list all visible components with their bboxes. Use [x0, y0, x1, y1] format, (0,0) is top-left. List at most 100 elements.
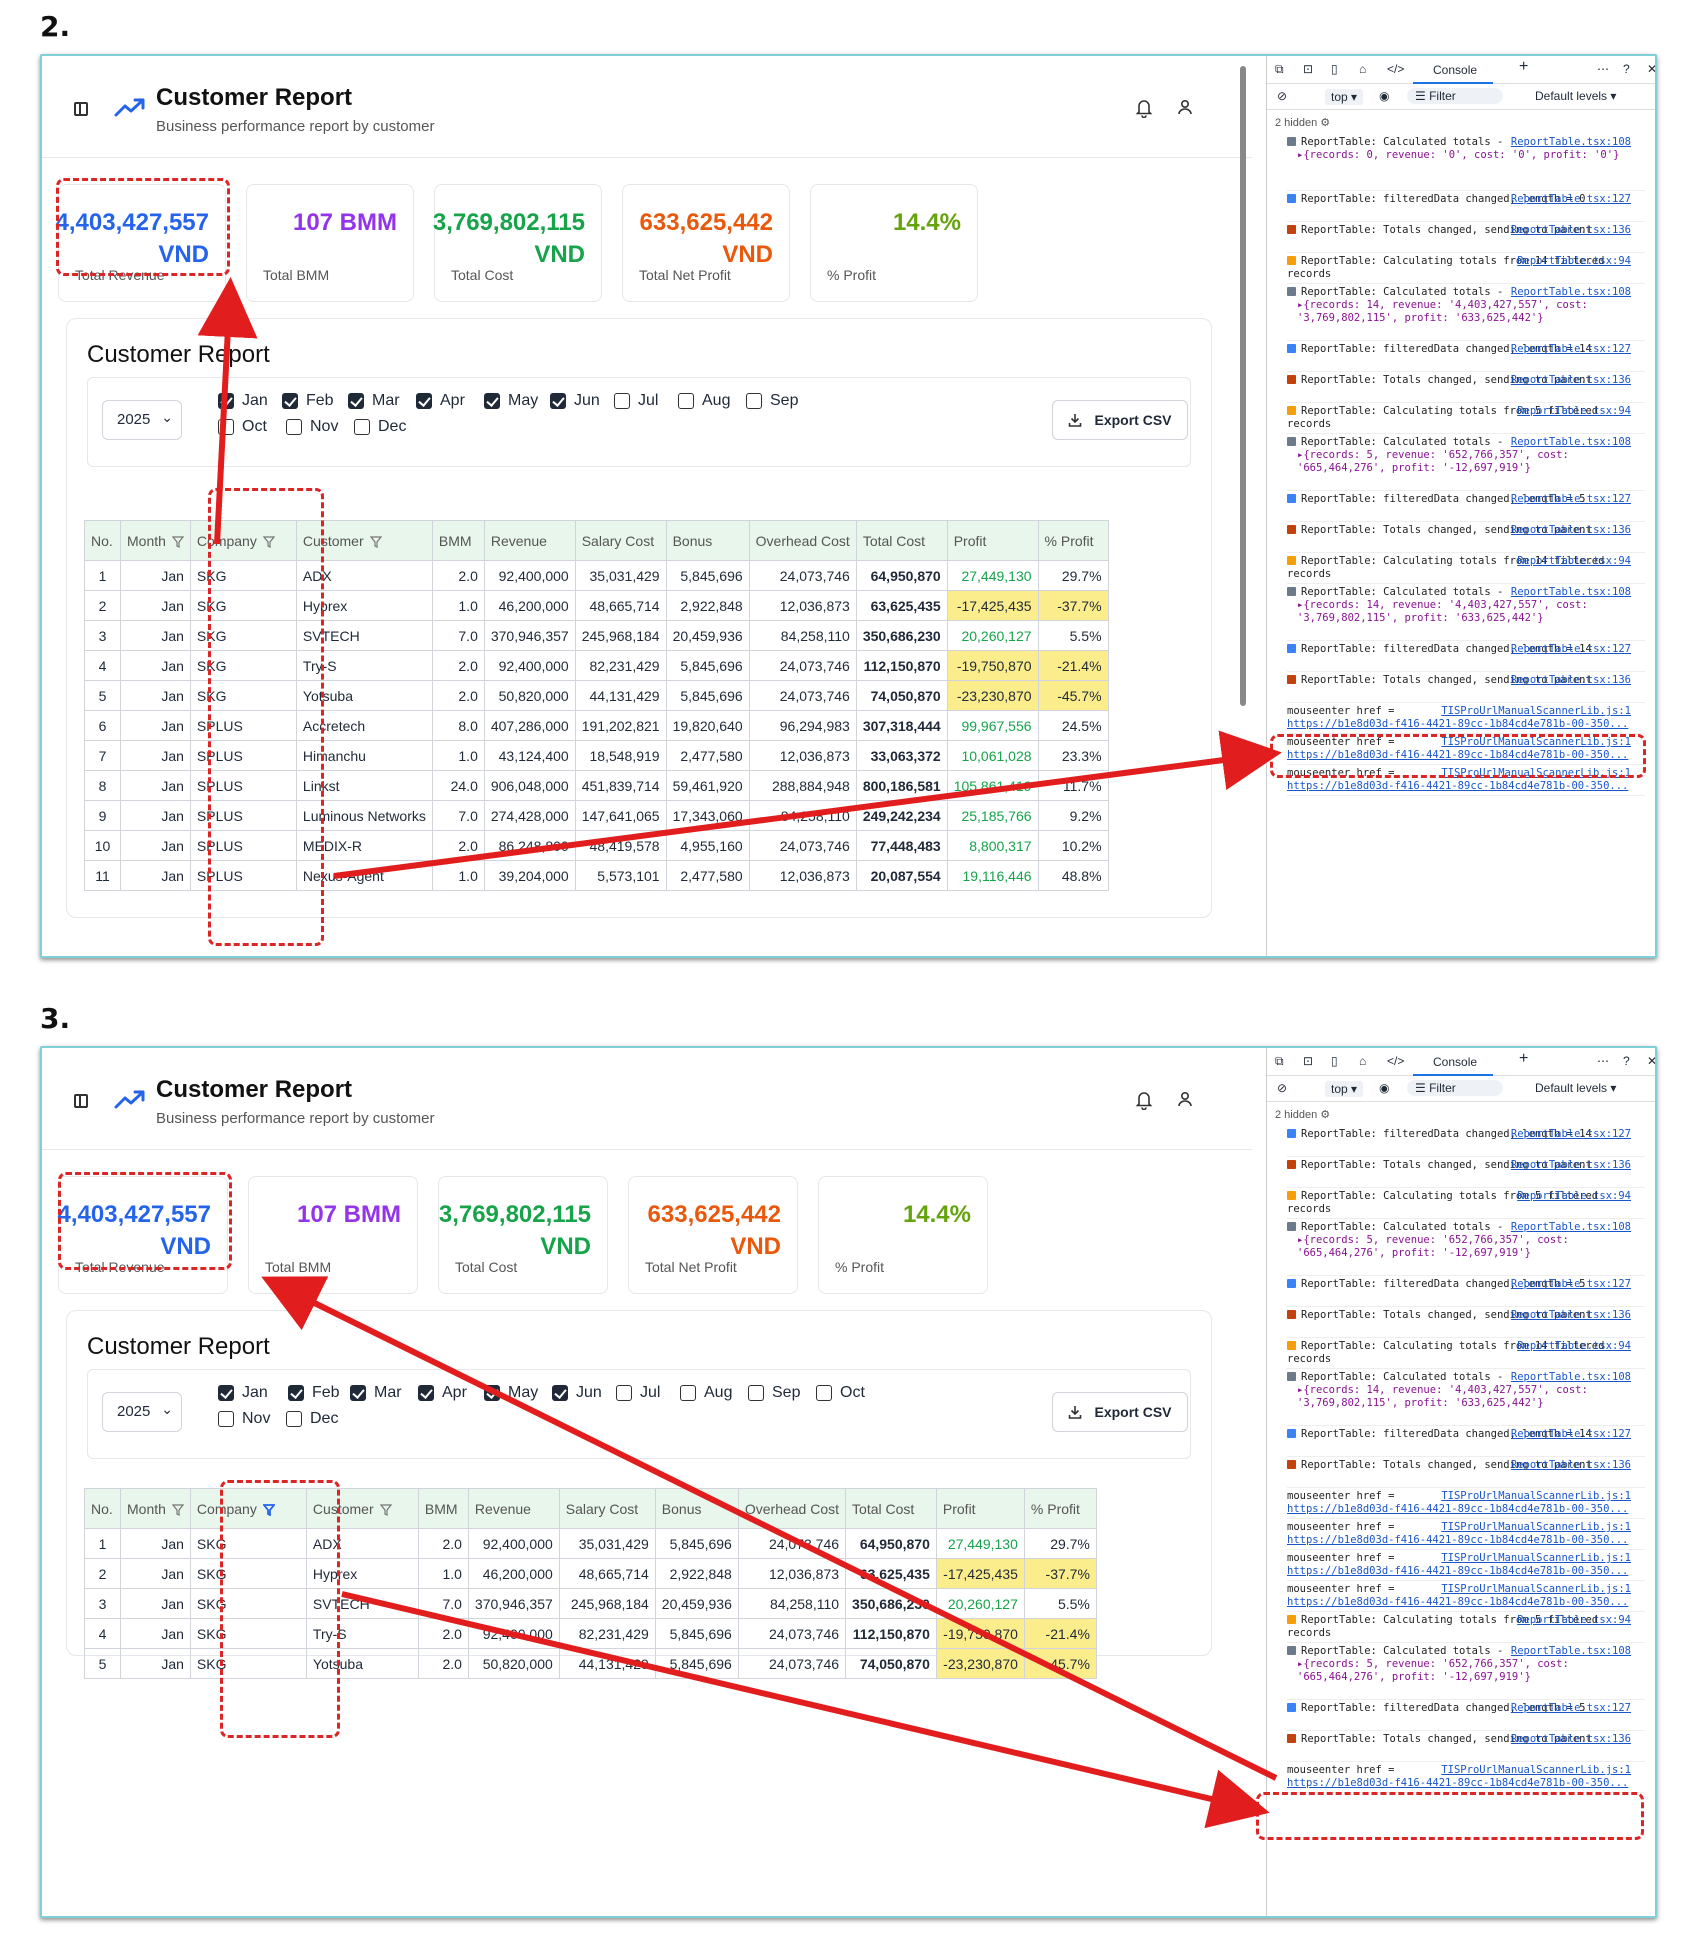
console-log-entry[interactable]: ReportTable: Totals changed, sending to …	[1287, 524, 1645, 553]
month-checkbox-dec[interactable]: Dec	[354, 418, 406, 436]
console-log-entry[interactable]: ReportTable: filteredData changed, lengt…	[1287, 1428, 1645, 1457]
console-log-entry[interactable]: ReportTable: Totals changed, sending to …	[1287, 224, 1645, 253]
checkbox-box[interactable]	[418, 1385, 434, 1401]
log-source-link[interactable]: TISProUrlManualScannerLib.js:1	[1441, 1490, 1631, 1503]
console-log-entry[interactable]: mouseenter href = https://b1e8d03d-f416-4…	[1287, 1764, 1645, 1793]
devtools-tab-icon[interactable]: ⊡	[1303, 62, 1313, 76]
devtools-tab-icon[interactable]: ▯	[1331, 1054, 1338, 1068]
log-source-link[interactable]: ReportTable.tsx:127	[1511, 1702, 1631, 1715]
checkbox-box[interactable]	[678, 393, 694, 409]
log-source-link[interactable]: ReportTable.tsx:94	[1517, 555, 1631, 568]
help-icon[interactable]: ?	[1623, 1054, 1630, 1068]
checkbox-box[interactable]	[550, 393, 566, 409]
log-source-link[interactable]: ReportTable.tsx:136	[1511, 1733, 1631, 1746]
log-source-link[interactable]: TISProUrlManualScannerLib.js:1	[1441, 705, 1631, 718]
bell-icon[interactable]	[1134, 98, 1154, 118]
console-log-entry[interactable]: ReportTable: Totals changed, sending to …	[1287, 1733, 1645, 1762]
console-log-entry[interactable]: ReportTable: Calculated totals - ▸{record…	[1287, 1221, 1645, 1276]
devtools-tab-icon[interactable]: </>	[1387, 1054, 1404, 1068]
month-checkbox-oct[interactable]: Oct	[218, 418, 267, 436]
help-icon[interactable]: ?	[1623, 62, 1630, 76]
console-log-entry[interactable]: ReportTable: Calculating totals from 5 f…	[1287, 1190, 1645, 1219]
checkbox-box[interactable]	[348, 393, 364, 409]
close-icon[interactable]: ✕	[1647, 1054, 1655, 1068]
console-log-entry[interactable]: mouseenter href = https://b1e8d03d-f416-4…	[1287, 705, 1645, 734]
console-log-entry[interactable]: ReportTable: Totals changed, sending to …	[1287, 1309, 1645, 1338]
new-tab-icon[interactable]: +	[1519, 1050, 1528, 1068]
log-href[interactable]: https://b1e8d03d-f416-4421-89cc-1b84cd4e…	[1287, 1565, 1645, 1578]
month-checkbox-dec[interactable]: Dec	[286, 1410, 338, 1428]
devtools-console-tab[interactable]: Console	[1413, 56, 1493, 84]
month-checkbox-mar[interactable]: Mar	[348, 392, 400, 410]
sidebar-toggle-icon[interactable]	[74, 102, 88, 116]
log-source-link[interactable]: ReportTable.tsx:127	[1511, 343, 1631, 356]
log-source-link[interactable]: ReportTable.tsx:94	[1517, 1614, 1631, 1627]
checkbox-box[interactable]	[680, 1385, 696, 1401]
month-checkbox-nov[interactable]: Nov	[218, 1410, 270, 1428]
console-log-entry[interactable]: ReportTable: Calculated totals - ▸{record…	[1287, 136, 1645, 191]
month-checkbox-jun[interactable]: Jun	[552, 1384, 602, 1402]
export-csv-button[interactable]: Export CSV	[1052, 400, 1188, 440]
console-log-entry[interactable]: ReportTable: Calculated totals - ▸{record…	[1287, 436, 1645, 491]
checkbox-box[interactable]	[746, 393, 762, 409]
checkbox-box[interactable]	[484, 393, 500, 409]
log-source-link[interactable]: ReportTable.tsx:136	[1511, 1159, 1631, 1172]
console-log-entry[interactable]: mouseenter href = https://b1e8d03d-f416-4…	[1287, 1583, 1645, 1612]
eye-icon[interactable]: ◉	[1379, 1081, 1389, 1095]
log-source-link[interactable]: ReportTable.tsx:136	[1511, 674, 1631, 687]
month-checkbox-may[interactable]: May	[484, 1384, 538, 1402]
log-source-link[interactable]: ReportTable.tsx:127	[1511, 1128, 1631, 1141]
log-source-link[interactable]: ReportTable.tsx:127	[1511, 643, 1631, 656]
log-href[interactable]: https://b1e8d03d-f416-4421-89cc-1b84cd4e…	[1287, 718, 1645, 731]
console-log-entry[interactable]: mouseenter href = https://b1e8d03d-f416-4…	[1287, 1490, 1645, 1519]
log-source-link[interactable]: ReportTable.tsx:108	[1511, 286, 1631, 299]
console-log-entry[interactable]: ReportTable: Calculating totals from 5 f…	[1287, 1614, 1645, 1643]
checkbox-box[interactable]	[816, 1385, 832, 1401]
month-checkbox-feb[interactable]: Feb	[288, 1384, 340, 1402]
devtools-tab-icon[interactable]: ⧉	[1275, 1054, 1284, 1069]
checkbox-box[interactable]	[286, 1411, 302, 1427]
log-source-link[interactable]: ReportTable.tsx:127	[1511, 1428, 1631, 1441]
console-log-entry[interactable]: ReportTable: Calculated totals - ▸{record…	[1287, 1371, 1645, 1426]
devtools-tab-icon[interactable]: ▯	[1331, 62, 1338, 76]
month-checkbox-aug[interactable]: Aug	[680, 1384, 732, 1402]
month-checkbox-nov[interactable]: Nov	[286, 418, 338, 436]
filter-funnel-icon[interactable]	[369, 536, 382, 548]
checkbox-box[interactable]	[416, 393, 432, 409]
log-href[interactable]: https://b1e8d03d-f416-4421-89cc-1b84cd4e…	[1287, 1534, 1645, 1547]
log-source-link[interactable]: ReportTable.tsx:94	[1517, 405, 1631, 418]
console-log-entry[interactable]: ReportTable: Totals changed, sending to …	[1287, 1159, 1645, 1188]
console-log-entry[interactable]: ReportTable: filteredData changed, lengt…	[1287, 1128, 1645, 1157]
console-log-entry[interactable]: ReportTable: filteredData changed, lengt…	[1287, 1702, 1645, 1731]
column-header-month[interactable]: Month	[120, 520, 191, 561]
checkbox-box[interactable]	[614, 393, 630, 409]
devtools-console-tab[interactable]: Console	[1413, 1048, 1493, 1076]
log-source-link[interactable]: ReportTable.tsx:136	[1511, 224, 1631, 237]
month-checkbox-may[interactable]: May	[484, 392, 538, 410]
log-source-link[interactable]: ReportTable.tsx:94	[1517, 1190, 1631, 1203]
checkbox-box[interactable]	[218, 1385, 234, 1401]
devtools-tab-icon[interactable]: ⌂	[1359, 1054, 1366, 1068]
context-select[interactable]: top ▾	[1325, 89, 1364, 105]
month-checkbox-jul[interactable]: Jul	[616, 1384, 660, 1402]
console-log-entry[interactable]: ReportTable: filteredData changed, lengt…	[1287, 343, 1645, 372]
log-source-link[interactable]: ReportTable.tsx:108	[1511, 436, 1631, 449]
log-source-link[interactable]: ReportTable.tsx:108	[1511, 586, 1631, 599]
eye-icon[interactable]: ◉	[1379, 89, 1389, 103]
console-filter-input[interactable]: ☰ Filter	[1407, 88, 1503, 104]
new-tab-icon[interactable]: +	[1519, 58, 1528, 76]
sidebar-toggle-icon[interactable]	[74, 1094, 88, 1108]
clear-console-icon[interactable]: ⊘	[1277, 1081, 1287, 1095]
console-log-entry[interactable]: ReportTable: Totals changed, sending to …	[1287, 1459, 1645, 1488]
console-log-entry[interactable]: ReportTable: Totals changed, sending to …	[1287, 374, 1645, 403]
log-source-link[interactable]: ReportTable.tsx:108	[1511, 136, 1631, 149]
more-menu-icon[interactable]: ⋯	[1597, 1054, 1609, 1068]
year-select[interactable]: 2025 ⌄	[102, 400, 182, 440]
month-checkbox-sep[interactable]: Sep	[746, 392, 798, 410]
console-log-entry[interactable]: mouseenter href = https://b1e8d03d-f416-4…	[1287, 1552, 1645, 1581]
month-checkbox-jan[interactable]: Jan	[218, 1384, 268, 1402]
log-source-link[interactable]: TISProUrlManualScannerLib.js:1	[1441, 1764, 1631, 1777]
console-log-entry[interactable]: ReportTable: Calculated totals - ▸{record…	[1287, 1645, 1645, 1700]
checkbox-box[interactable]	[218, 419, 234, 435]
month-checkbox-mar[interactable]: Mar	[350, 1384, 402, 1402]
